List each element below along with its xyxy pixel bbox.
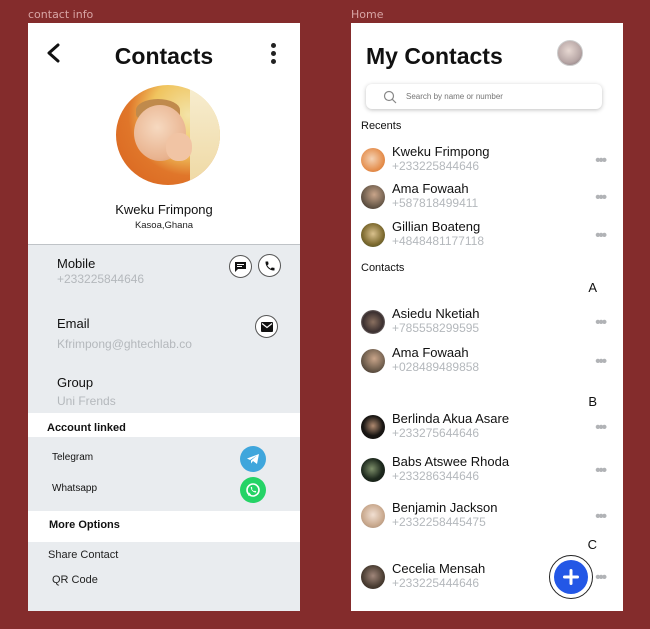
phone-icon <box>265 261 274 270</box>
mail-icon <box>260 321 273 332</box>
account-linked-title: Account linked <box>47 422 126 434</box>
section-letter-b: B <box>588 394 597 409</box>
avatar <box>361 415 385 439</box>
avatar <box>361 148 385 172</box>
contact-name: Ama Fowaah <box>392 181 469 196</box>
more-horizontal-icon[interactable]: ••• <box>595 353 607 370</box>
message-icon <box>235 261 246 272</box>
contact-phone: +233225444646 <box>392 576 480 590</box>
more-horizontal-icon[interactable]: ••• <box>595 419 607 436</box>
more-horizontal-icon[interactable]: ••• <box>595 569 607 586</box>
avatar <box>361 349 385 373</box>
recent-item[interactable]: Kweku Frimpong +233225844646 ••• <box>359 144 607 176</box>
more-horizontal-icon[interactable]: ••• <box>595 314 607 331</box>
more-options-header: More Options <box>28 511 300 542</box>
contact-name: Asiedu Nketiah <box>392 306 480 321</box>
telegram-label: Telegram <box>52 452 94 463</box>
more-horizontal-icon[interactable]: ••• <box>595 189 607 206</box>
contact-name: Gillian Boateng <box>392 219 481 234</box>
share-contact-option[interactable]: Share Contact <box>48 549 118 561</box>
avatar <box>361 185 385 209</box>
group-value[interactable]: Uni Frends <box>57 394 116 408</box>
contact-item[interactable]: Berlinda Akua Asare +233275644646 ••• <box>359 411 607 443</box>
email-label: Email <box>57 316 90 331</box>
avatar <box>361 458 385 482</box>
plus-icon <box>554 560 588 594</box>
contact-phone: +028489489858 <box>392 360 480 374</box>
page-title: Contacts <box>114 43 214 69</box>
recent-item[interactable]: Ama Fowaah +587818499411 ••• <box>359 181 607 213</box>
more-vertical-icon[interactable] <box>268 43 278 65</box>
more-horizontal-icon[interactable]: ••• <box>595 508 607 525</box>
contact-phone: +785558299595 <box>392 321 480 335</box>
group-label: Group <box>57 375 94 390</box>
contact-phone: +4848481177118 <box>392 234 484 248</box>
contact-phone: +233286344646 <box>392 469 480 483</box>
mobile-label: Mobile <box>57 256 96 271</box>
section-letter-a: A <box>588 280 597 295</box>
home-screen: My Contacts Recents Kweku Frimpong +2332… <box>351 23 623 611</box>
account-linked-header: Account linked <box>28 413 300 437</box>
contact-phone: +233225844646 <box>392 159 480 173</box>
avatar <box>361 504 385 528</box>
contact-phone: +233275644646 <box>392 426 480 440</box>
contact-item[interactable]: Ama Fowaah +028489489858 ••• <box>359 345 607 377</box>
frame-label-home: Home <box>351 8 384 21</box>
contacts-title: Contacts <box>361 262 405 274</box>
email-value[interactable]: Kfrimpong@ghtechlab.co <box>57 337 192 351</box>
contact-name: Ama Fowaah <box>392 345 469 360</box>
recent-item[interactable]: Gillian Boateng +4848481177118 ••• <box>359 219 607 251</box>
mobile-value[interactable]: +233225844646 <box>57 272 144 286</box>
search-icon <box>383 90 397 103</box>
contact-item[interactable]: Asiedu Nketiah +785558299595 ••• <box>359 306 607 338</box>
search-bar[interactable] <box>366 84 602 109</box>
contact-phone: +587818499411 <box>392 196 479 210</box>
avatar <box>361 565 385 589</box>
avatar <box>361 223 385 247</box>
recents-title: Recents <box>361 120 402 132</box>
more-options-title: More Options <box>49 519 120 531</box>
contact-name: Kweku Frimpong <box>392 144 490 159</box>
more-horizontal-icon[interactable]: ••• <box>595 227 607 244</box>
qr-code-option[interactable]: QR Code <box>52 574 98 586</box>
call-button[interactable] <box>258 254 281 277</box>
contact-photo <box>116 85 220 185</box>
page-title: My Contacts <box>366 43 503 69</box>
telegram-icon[interactable] <box>240 446 266 472</box>
contact-name: Cecelia Mensah <box>392 561 486 576</box>
frame-label-contact-info: contact info <box>28 8 94 21</box>
message-button[interactable] <box>229 255 252 278</box>
more-horizontal-icon[interactable]: ••• <box>595 462 607 479</box>
email-button[interactable] <box>255 315 278 338</box>
avatar[interactable] <box>557 40 583 66</box>
contact-item[interactable]: Babs Atswee Rhoda +233286344646 ••• <box>359 454 607 486</box>
contact-location: Kasoa,Ghana <box>134 220 194 231</box>
contact-name: Kweku Frimpong <box>115 202 213 217</box>
whatsapp-label: Whatsapp <box>52 483 98 494</box>
whatsapp-icon[interactable] <box>240 477 266 503</box>
search-input[interactable] <box>406 92 586 101</box>
contact-info-screen: Contacts Kweku Frimpong Kasoa,Ghana Mobi… <box>28 23 300 611</box>
more-horizontal-icon[interactable]: ••• <box>595 152 607 169</box>
add-contact-button[interactable] <box>549 555 593 599</box>
avatar <box>361 310 385 334</box>
contact-name: Babs Atswee Rhoda <box>392 454 510 469</box>
details-panel: Mobile +233225844646 Email Kfrimpong@ght… <box>28 244 300 611</box>
contact-phone: +2332258445475 <box>392 515 486 529</box>
contact-item[interactable]: Benjamin Jackson +2332258445475 ••• <box>359 500 607 532</box>
contact-name: Berlinda Akua Asare <box>392 411 510 426</box>
contact-name: Benjamin Jackson <box>392 500 498 515</box>
section-letter-c: C <box>587 537 597 552</box>
